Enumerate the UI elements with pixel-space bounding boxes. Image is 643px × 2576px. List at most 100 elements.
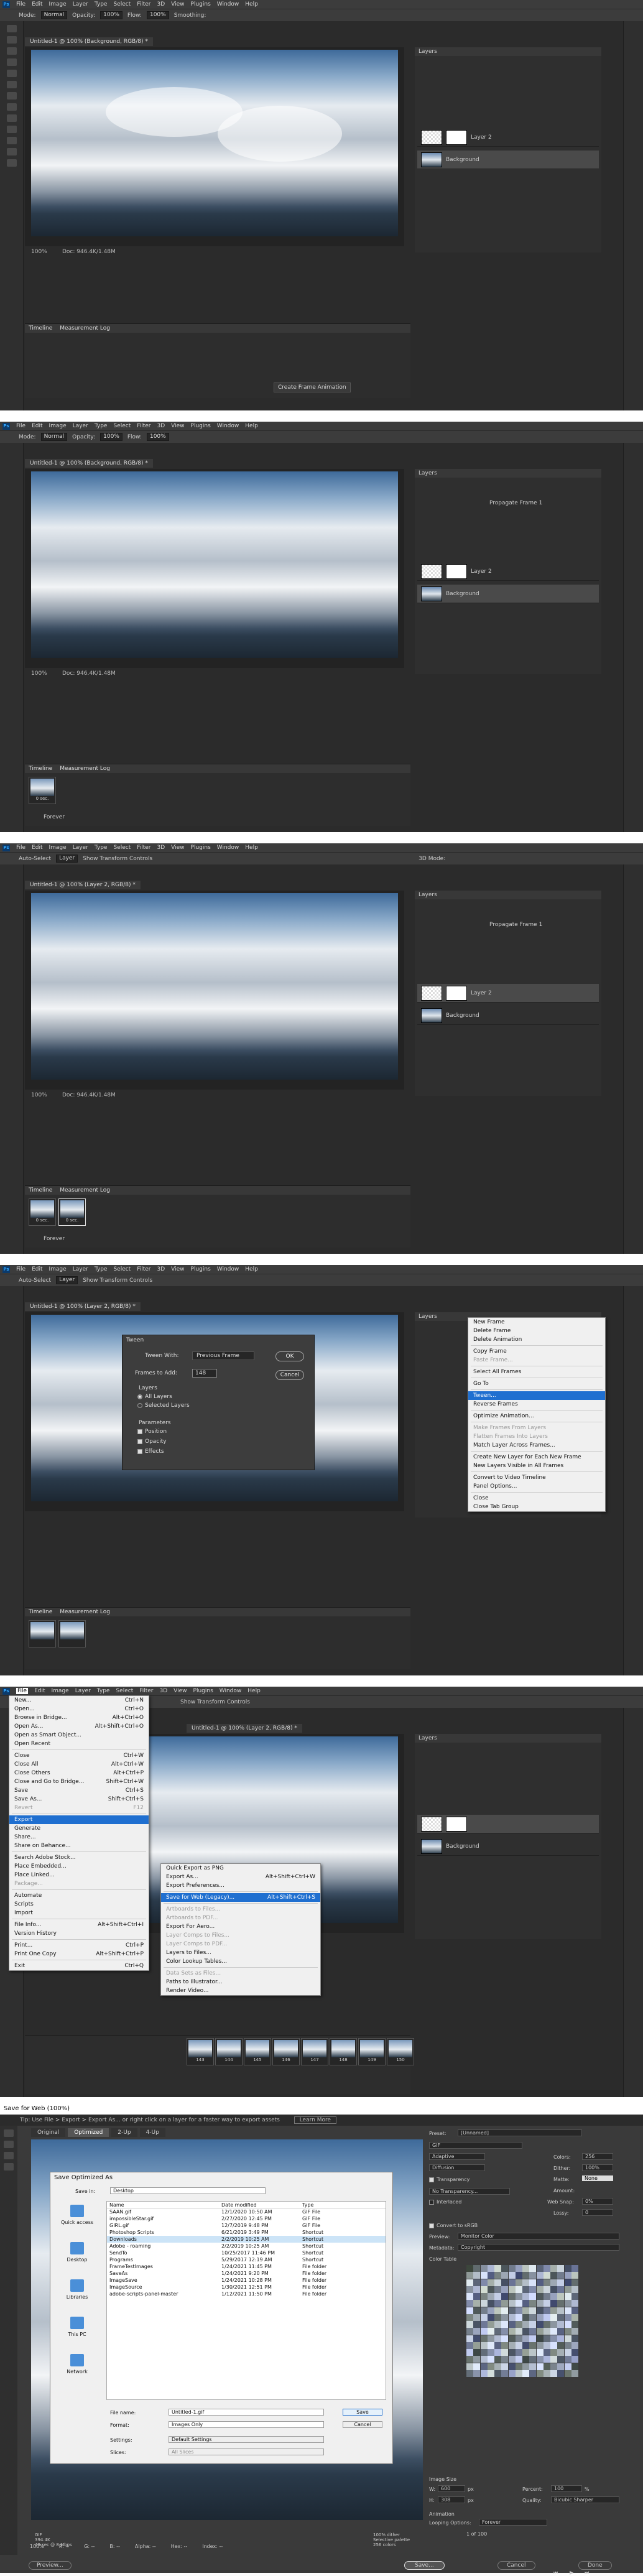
file-menu-item[interactable]: Open As... Alt+Shift+Ctrl+O xyxy=(9,1722,149,1731)
menu-plugins[interactable]: Plugins xyxy=(191,1266,211,1272)
file-row[interactable]: Adobe - roaming 2/2/2019 10:25 AM Shortcut xyxy=(107,2243,386,2249)
color-swatch[interactable] xyxy=(529,2321,537,2328)
color-swatch[interactable] xyxy=(564,2321,571,2328)
color-swatch[interactable] xyxy=(529,2335,537,2342)
color-swatch[interactable] xyxy=(564,2342,571,2349)
color-swatch[interactable] xyxy=(571,2370,578,2377)
file-menu-item[interactable]: Open Recent xyxy=(9,1740,149,1748)
file-menu-item[interactable]: Close All Alt+Ctrl+W xyxy=(9,1760,149,1769)
color-swatch[interactable] xyxy=(501,2265,509,2272)
file-menu-item[interactable]: New... Ctrl+N xyxy=(9,1696,149,1705)
menu-file[interactable]: File xyxy=(16,845,25,851)
menu-layer[interactable]: Layer xyxy=(73,1266,88,1272)
color-swatch[interactable] xyxy=(466,2349,473,2356)
color-swatch[interactable] xyxy=(543,2300,550,2307)
color-swatch[interactable] xyxy=(515,2356,522,2363)
file-menu-item[interactable]: Close and Go to Bridge... Shift+Ctrl+W xyxy=(9,1777,149,1786)
layer-row-background[interactable]: Background xyxy=(417,1837,599,1856)
color-swatch[interactable] xyxy=(508,2363,516,2370)
auto-select-checkbox[interactable]: Auto-Select xyxy=(19,856,51,862)
menu-type[interactable]: Type xyxy=(95,1266,108,1272)
lossy-field[interactable]: 0 xyxy=(582,2209,613,2216)
frame-delay[interactable]: 0 sec. xyxy=(30,796,54,801)
show-transform-checkbox[interactable]: Show Transform Controls xyxy=(83,856,152,862)
panel-menu-item[interactable]: Convert to Video Timeline xyxy=(468,1473,605,1482)
color-swatch[interactable] xyxy=(550,2328,557,2335)
color-swatch[interactable] xyxy=(487,2328,494,2335)
color-swatch[interactable] xyxy=(529,2279,537,2286)
animation-frame[interactable]: 146 xyxy=(272,2038,300,2065)
panel-menu-item[interactable]: Make Frames From Layers xyxy=(468,1424,605,1432)
format-select[interactable]: GIF xyxy=(429,2142,522,2149)
color-swatch[interactable] xyxy=(522,2342,529,2349)
menu-help[interactable]: Help xyxy=(245,845,258,851)
color-swatch[interactable] xyxy=(529,2314,537,2321)
format-select[interactable]: Images Only xyxy=(169,2421,324,2428)
color-swatch[interactable] xyxy=(550,2335,557,2342)
animation-frame[interactable]: 149 xyxy=(358,2038,386,2065)
color-swatch[interactable] xyxy=(487,2272,494,2279)
color-swatch[interactable] xyxy=(494,2349,501,2356)
color-swatch[interactable] xyxy=(508,2356,516,2363)
color-swatch[interactable] xyxy=(550,2286,557,2293)
menu-image[interactable]: Image xyxy=(49,1266,67,1272)
menu-edit[interactable]: Edit xyxy=(34,1688,45,1694)
color-swatch[interactable] xyxy=(501,2370,509,2377)
color-swatch[interactable] xyxy=(571,2300,578,2307)
color-swatch[interactable] xyxy=(515,2363,522,2370)
menu-plugins[interactable]: Plugins xyxy=(191,423,211,429)
color-swatch[interactable] xyxy=(494,2370,501,2377)
file-menu-item[interactable]: Save Ctrl+S xyxy=(9,1786,149,1795)
file-row[interactable]: Photoshop Scripts 6/21/2019 3:49 PM Shortc… xyxy=(107,2229,386,2236)
color-swatch[interactable] xyxy=(473,2265,481,2272)
file-row[interactable]: Programs 5/29/2017 12:19 AM Shortcut xyxy=(107,2256,386,2263)
menu-type[interactable]: Type xyxy=(95,1,108,7)
color-swatch[interactable] xyxy=(557,2293,565,2300)
color-swatch[interactable] xyxy=(473,2356,481,2363)
frame-delay[interactable]: 0 sec. xyxy=(60,1218,84,1223)
color-swatch[interactable] xyxy=(508,2342,516,2349)
gradient-tool-icon[interactable] xyxy=(6,114,17,122)
color-swatch[interactable] xyxy=(543,2293,550,2300)
last-frame-icon[interactable]: ⏭ xyxy=(585,2570,589,2576)
file-menu-item[interactable]: Save As... Shift+Ctrl+S xyxy=(9,1795,149,1804)
place-2[interactable]: Libraries xyxy=(55,2276,99,2313)
menu-window[interactable]: Window xyxy=(217,1,239,7)
preview-button[interactable]: Preview... xyxy=(29,2561,72,2570)
color-swatch[interactable] xyxy=(550,2307,557,2314)
color-swatch[interactable] xyxy=(480,2265,488,2272)
color-swatch[interactable] xyxy=(557,2321,565,2328)
color-swatch[interactable] xyxy=(466,2265,473,2272)
menu-type[interactable]: Type xyxy=(95,845,108,851)
color-swatch[interactable] xyxy=(466,2356,473,2363)
color-swatch[interactable] xyxy=(557,2342,565,2349)
color-swatch[interactable] xyxy=(571,2349,578,2356)
color-swatch[interactable] xyxy=(564,2356,571,2363)
color-swatch[interactable] xyxy=(536,2370,544,2377)
color-swatch[interactable] xyxy=(501,2279,509,2286)
file-menu-item[interactable]: Place Embedded... xyxy=(9,1862,149,1871)
move-tool-icon[interactable] xyxy=(6,25,17,32)
color-swatch[interactable] xyxy=(557,2314,565,2321)
color-swatch[interactable] xyxy=(473,2349,481,2356)
color-swatch[interactable] xyxy=(515,2335,522,2342)
color-swatch[interactable] xyxy=(543,2321,550,2328)
canvas-area[interactable] xyxy=(25,469,404,668)
height-field[interactable]: 308 xyxy=(438,2496,465,2503)
place-0[interactable]: Quick access xyxy=(55,2201,99,2238)
menu-layer[interactable]: Layer xyxy=(73,423,88,429)
layer-row-layer2[interactable]: Layer 2 xyxy=(417,984,599,1003)
menu-image[interactable]: Image xyxy=(49,1,67,7)
color-swatch[interactable] xyxy=(501,2349,509,2356)
color-swatch[interactable] xyxy=(501,2363,509,2370)
color-swatch[interactable] xyxy=(487,2370,494,2377)
file-row[interactable]: impossibleStar.gif 2/27/2020 12:45 PM GIF … xyxy=(107,2215,386,2222)
color-swatch[interactable] xyxy=(550,2356,557,2363)
menu-window[interactable]: Window xyxy=(217,845,239,851)
color-swatch[interactable] xyxy=(522,2265,529,2272)
menu-edit[interactable]: Edit xyxy=(32,423,42,429)
color-swatch[interactable] xyxy=(480,2363,488,2370)
menu-filter[interactable]: Filter xyxy=(137,845,150,851)
color-swatch[interactable] xyxy=(529,2293,537,2300)
color-swatch[interactable] xyxy=(557,2349,565,2356)
